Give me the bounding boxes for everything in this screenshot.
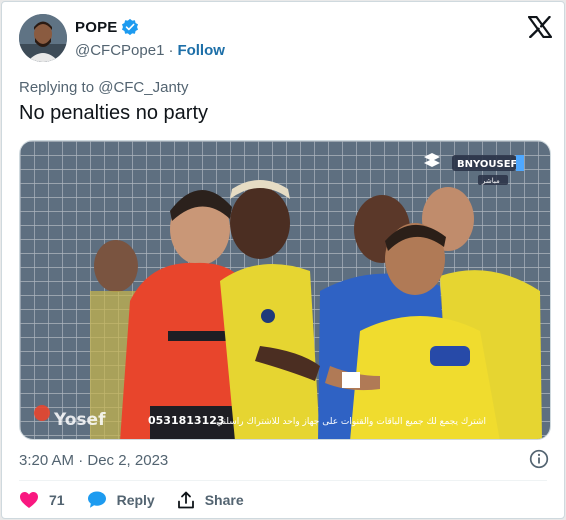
- timestamp[interactable]: 3:20 AM · Dec 2, 2023: [19, 452, 168, 469]
- heart-icon: [20, 491, 38, 508]
- author-name-row: POPE: [75, 18, 139, 36]
- avatar[interactable]: [19, 14, 67, 62]
- broadcast-tag: BNYOUSEF: [457, 159, 517, 170]
- display-name[interactable]: POPE: [75, 19, 117, 36]
- info-icon[interactable]: [529, 449, 549, 469]
- x-logo-icon[interactable]: [528, 16, 552, 38]
- verified-badge-icon: [122, 18, 139, 36]
- separator-dot: ·: [168, 42, 174, 59]
- author-handle[interactable]: @CFCPope1: [75, 42, 164, 59]
- tweet-media-image[interactable]: BNYOUSEF مباشر Yosef 0531813123 اشترك يج…: [19, 140, 551, 440]
- watermark: Yosef: [53, 410, 106, 430]
- live-label: مباشر: [481, 177, 500, 185]
- like-count: 71: [49, 491, 65, 508]
- reply-button[interactable]: Reply: [87, 490, 155, 509]
- divider: [19, 480, 547, 481]
- share-icon: [177, 491, 194, 508]
- reply-label: Reply: [116, 491, 155, 508]
- replying-to[interactable]: Replying to @CFC_Janty: [19, 79, 188, 96]
- tweet-text: No penalties no party: [19, 102, 209, 124]
- author-handle-row: @CFCPope1 · Follow: [75, 42, 225, 59]
- like-button[interactable]: 71: [19, 491, 65, 509]
- follow-button[interactable]: Follow: [177, 42, 225, 59]
- share-label: Share: [204, 491, 244, 508]
- action-bar: 71 Reply Share: [19, 490, 266, 509]
- ticker-text: اشترك يجمع لك جميع الباقات والقنوات على …: [216, 417, 486, 427]
- share-button[interactable]: Share: [177, 491, 244, 509]
- tweet-card: POPE @CFCPope1 · Follow Replying to @CFC…: [1, 1, 565, 519]
- reply-bubble-icon: [87, 491, 106, 508]
- ticker-phone: 0531813123: [148, 414, 225, 427]
